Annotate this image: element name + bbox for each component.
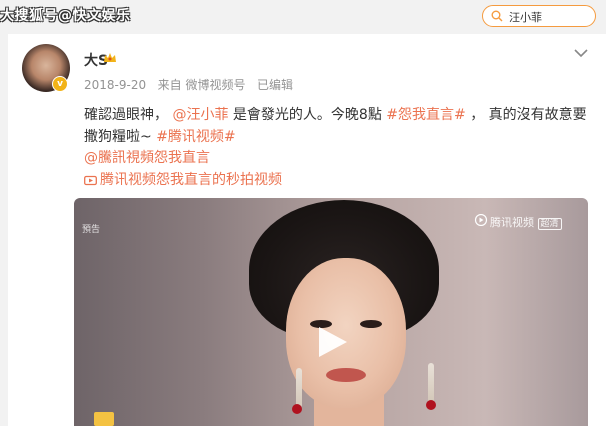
hashtag-link[interactable]: #怨我直言# — [386, 107, 465, 123]
video-brand: 腾讯视频 超清 — [490, 214, 562, 230]
mention-line-link[interactable]: @騰訊視頻怨我直言 — [84, 148, 210, 168]
search-query: 汪小菲 — [509, 11, 542, 24]
video-camera-icon — [84, 175, 97, 186]
video-link[interactable]: 腾讯视频怨我直言的秒拍视频 — [84, 170, 282, 190]
video-channel-logo — [94, 412, 114, 426]
tencent-video-logo-icon — [474, 214, 488, 226]
verified-badge-icon: v — [52, 76, 68, 92]
weibo-post-card: v 大S 2018-9-20 来自 微博视频号 已编辑 確認過眼神， @汪小菲 … — [8, 34, 606, 426]
post-meta: 2018-9-20 来自 微博视频号 已编辑 — [84, 76, 293, 93]
video-frame-cherry — [292, 404, 302, 414]
mention-link[interactable]: @汪小菲 — [172, 107, 228, 123]
play-icon[interactable] — [315, 325, 349, 359]
video-corner-tag: 預告 — [82, 225, 101, 235]
post-text-part2: 是會發光的人。今晚8點 — [232, 107, 382, 123]
video-frame-eye — [360, 320, 382, 328]
post-from-prefix: 来自 — [157, 78, 182, 92]
video-frame-lips — [326, 368, 366, 382]
video-frame-cherry — [426, 400, 436, 410]
video-link-label: 腾讯视频怨我直言的秒拍视频 — [100, 172, 282, 188]
hashtag-link-2[interactable]: #腾讯视频# — [156, 129, 235, 145]
crown-icon — [104, 53, 116, 62]
top-bar: 大搜狐号@快文娱乐 汪小菲 — [0, 0, 606, 34]
video-frame-earring-right — [428, 363, 434, 403]
watermark-text: 大搜狐号@快文娱乐 — [0, 8, 131, 24]
video-frame-earring-left — [296, 368, 302, 408]
video-player[interactable]: 預告 腾讯视频 超清 — [74, 198, 588, 426]
video-brand-tag: 超清 — [537, 218, 562, 230]
post-source[interactable]: 微博视频号 — [185, 78, 245, 92]
chevron-down-icon[interactable] — [574, 48, 588, 58]
search-input[interactable]: 汪小菲 — [482, 5, 596, 27]
post-text-part1: 確認過眼神， — [84, 107, 168, 123]
post-text: 確認過眼神， @汪小菲 是會發光的人。今晚8點 #怨我直言# ， 真的沒有故意要… — [84, 104, 594, 148]
video-brand-name: 腾讯视频 — [490, 216, 534, 229]
search-icon — [491, 10, 503, 22]
post-edited[interactable]: 已编辑 — [257, 78, 293, 92]
post-date[interactable]: 2018-9-20 — [84, 78, 146, 92]
